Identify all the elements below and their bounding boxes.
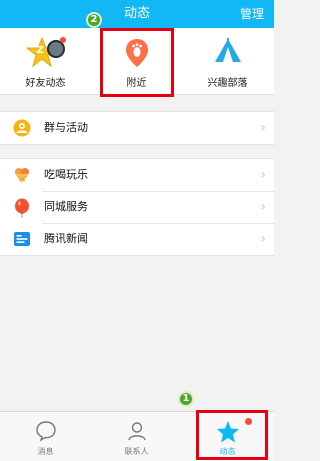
chevron-right-icon: › <box>260 167 266 183</box>
star-badge-icon: Z <box>25 36 66 70</box>
tab-contacts[interactable]: 联系人 <box>91 412 182 461</box>
tab-messages[interactable]: 消息 <box>0 412 91 461</box>
group-activity-icon <box>13 119 31 137</box>
friend-badge-letter: Z <box>36 45 44 56</box>
highlight-box-feed-tab <box>196 410 268 460</box>
group-activity-label: 群与活动 <box>44 121 88 134</box>
food-fun-label: 吃喝玩乐 <box>44 168 88 181</box>
list-item-tencent-news[interactable]: 腾讯新闻 › <box>0 223 274 255</box>
message-icon <box>35 420 57 442</box>
chevron-right-icon: › <box>260 199 266 215</box>
interest-tribe-entry[interactable]: 兴趣部落 <box>182 28 273 94</box>
interest-tribe-label: 兴趣部落 <box>207 78 248 89</box>
list-item-food-fun[interactable]: 吃喝玩乐 › <box>0 159 274 191</box>
balloon-icon <box>13 198 31 218</box>
highlight-box-nearby <box>100 28 174 97</box>
tencent-news-label: 腾讯新闻 <box>44 232 88 245</box>
step-marker-2: 2 <box>86 12 102 28</box>
tent-icon <box>214 38 242 64</box>
chevron-right-icon: › <box>260 231 266 247</box>
friend-feed-label: 好友动态 <box>25 78 66 89</box>
list-group-2: 吃喝玩乐 › 同城服务 › 腾讯新闻 › <box>0 158 274 256</box>
city-service-label: 同城服务 <box>44 200 88 213</box>
tab-contacts-label: 联系人 <box>124 447 149 456</box>
page-title: 动态 <box>123 6 150 21</box>
list-item-group-activity[interactable]: 群与活动 › <box>0 112 274 144</box>
list-item-city-service[interactable]: 同城服务 › <box>0 191 274 223</box>
list-group-1: 群与活动 › <box>0 111 274 145</box>
chevron-right-icon: › <box>260 120 266 136</box>
news-icon <box>13 230 31 248</box>
ice-cream-icon <box>13 166 31 184</box>
manage-button[interactable]: 管理 <box>240 0 264 28</box>
step-marker-1: 1 <box>178 391 194 407</box>
tab-messages-label: 消息 <box>37 447 54 456</box>
friend-feed-entry[interactable]: Z 好友动态 <box>0 28 91 94</box>
contacts-icon <box>126 420 148 442</box>
header-bar: 动态 管理 <box>0 0 274 28</box>
